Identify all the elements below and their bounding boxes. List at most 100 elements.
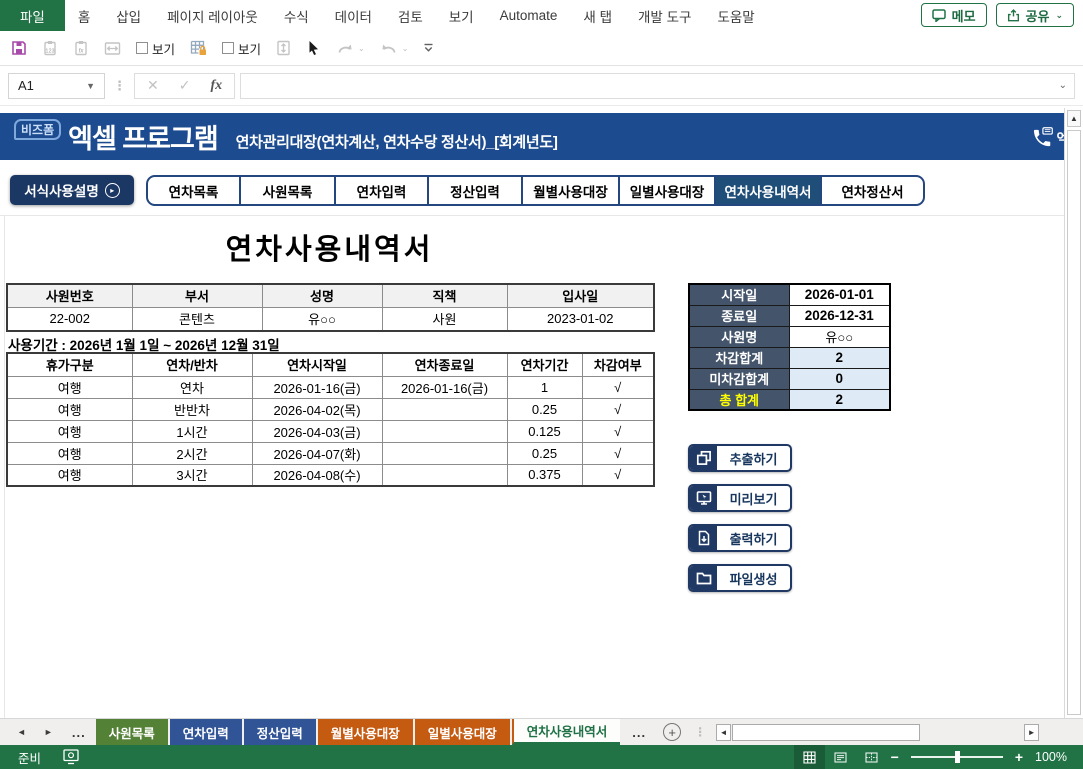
horizontal-scrollbar[interactable]: ◄ ► — [716, 724, 1039, 741]
vertical-scroll-thumb[interactable] — [1067, 130, 1081, 715]
table-cell[interactable]: 여행 — [7, 442, 132, 464]
preview-button[interactable]: 미리보기 — [688, 484, 792, 512]
horizontal-scroll-track[interactable] — [731, 724, 1024, 741]
ribbon-tab-review[interactable]: 검토 — [385, 0, 436, 31]
table-cell[interactable]: 0.125 — [507, 420, 582, 442]
table-cell[interactable]: 3시간 — [132, 464, 252, 486]
table-cell[interactable]: 0.25 — [507, 442, 582, 464]
customize-toolbar-button[interactable] — [423, 43, 434, 53]
display-settings-icon[interactable] — [63, 749, 80, 765]
summary-value[interactable]: 0 — [789, 368, 890, 389]
create-file-button[interactable]: 파일생성 — [688, 564, 792, 592]
table-cell[interactable]: 반반차 — [132, 398, 252, 420]
table-cell[interactable]: 0.375 — [507, 464, 582, 486]
formula-input[interactable]: ⌄ — [240, 73, 1075, 99]
nav-tab-daily-ledger[interactable]: 일별사용대장 — [618, 177, 714, 204]
guide-button[interactable]: 서식사용설명 ▸ — [10, 175, 134, 205]
sheet-tab-usage-statement-active[interactable]: 연차사용내역서 — [512, 719, 621, 745]
protect-sheet-button[interactable] — [190, 40, 207, 56]
summary-value[interactable]: 2 — [789, 347, 890, 368]
table-cell[interactable]: 여행 — [7, 464, 132, 486]
table-cell[interactable]: 연차 — [132, 376, 252, 398]
table-cell[interactable]: √ — [582, 420, 654, 442]
nav-tab-leave-entry[interactable]: 연차입력 — [334, 177, 427, 204]
undo-button[interactable]: ⌄ — [380, 41, 409, 55]
table-cell[interactable]: 유○○ — [262, 307, 382, 331]
table-cell[interactable]: 2023-01-02 — [507, 307, 654, 331]
table-cell[interactable]: 2026-04-02(목) — [252, 398, 382, 420]
share-button[interactable]: 공유 ⌄ — [996, 3, 1074, 27]
table-cell[interactable]: 2026-01-16(금) — [252, 376, 382, 398]
sheet-tab-settlement-entry[interactable]: 정산입력 — [244, 719, 316, 745]
new-sheet-button[interactable]: + — [663, 723, 681, 741]
zoom-level[interactable]: 100% — [1035, 750, 1067, 764]
print-button[interactable]: 출력하기 — [688, 524, 792, 552]
normal-view-button[interactable] — [794, 745, 825, 769]
zoom-slider[interactable] — [911, 756, 1003, 758]
expand-formula-bar-icon[interactable]: ⌄ — [1059, 80, 1067, 91]
table-cell[interactable]: 22-002 — [7, 307, 132, 331]
table-cell[interactable]: 2시간 — [132, 442, 252, 464]
scroll-right-button[interactable]: ► — [1024, 724, 1039, 741]
table-cell[interactable]: 여행 — [7, 398, 132, 420]
sheet-scroll-left-icon[interactable]: ◄ — [0, 719, 35, 745]
nav-tab-monthly-ledger[interactable]: 월별사용대장 — [521, 177, 618, 204]
ribbon-tab-page-layout[interactable]: 페이지 레이아웃 — [154, 0, 271, 31]
table-cell[interactable]: 콘텐츠 — [132, 307, 262, 331]
row-height-button[interactable] — [276, 40, 291, 56]
summary-value[interactable]: 2 — [789, 389, 890, 410]
table-cell[interactable]: √ — [582, 376, 654, 398]
paste-values-button[interactable]: 123 — [42, 40, 58, 56]
table-cell[interactable] — [382, 442, 507, 464]
view-checkbox-1[interactable]: 보기 — [136, 39, 175, 58]
scroll-up-button[interactable]: ▲ — [1067, 110, 1081, 127]
zoom-in-button[interactable]: + — [1011, 749, 1027, 765]
table-cell[interactable]: 2026-04-08(수) — [252, 464, 382, 486]
save-button[interactable] — [11, 40, 27, 56]
view-checkbox-2[interactable]: 보기 — [222, 39, 261, 58]
sheet-tab-monthly-ledger[interactable]: 월별사용대장 — [318, 719, 413, 745]
ribbon-tab-automate[interactable]: Automate — [487, 0, 571, 31]
ribbon-tab-developer[interactable]: 개발 도구 — [625, 0, 704, 31]
ribbon-tab-data[interactable]: 데이터 — [322, 0, 385, 31]
paste-formulas-button[interactable]: fx — [73, 40, 89, 56]
ribbon-tab-file[interactable]: 파일 — [0, 0, 65, 31]
table-cell[interactable]: 1시간 — [132, 420, 252, 442]
vertical-scrollbar[interactable]: ▲ — [1064, 108, 1083, 718]
ribbon-tab-home[interactable]: 홈 — [65, 0, 103, 31]
nav-tab-leave-settlement[interactable]: 연차정산서 — [820, 177, 923, 204]
table-cell[interactable] — [382, 464, 507, 486]
zoom-slider-thumb[interactable] — [955, 751, 960, 763]
extract-button[interactable]: 추출하기 — [688, 444, 792, 472]
table-cell[interactable]: √ — [582, 464, 654, 486]
scroll-left-button[interactable]: ◄ — [716, 724, 731, 741]
ribbon-tab-view[interactable]: 보기 — [436, 0, 487, 31]
table-cell[interactable] — [382, 398, 507, 420]
summary-value[interactable]: 2026-12-31 — [789, 305, 890, 326]
table-cell[interactable]: √ — [582, 442, 654, 464]
zoom-out-button[interactable]: − — [887, 749, 903, 765]
table-cell[interactable]: 사원 — [382, 307, 507, 331]
insert-function-icon[interactable]: fx — [210, 78, 222, 94]
hidden-sheets-left[interactable]: ... — [62, 719, 96, 745]
ribbon-tab-new-tab[interactable]: 새 탭 — [570, 0, 625, 31]
summary-value[interactable]: 2026-01-01 — [789, 284, 890, 305]
sheet-tab-daily-ledger[interactable]: 일별사용대장 — [415, 719, 510, 745]
ribbon-tab-help[interactable]: 도움말 — [704, 0, 767, 31]
table-cell[interactable]: 여행 — [7, 420, 132, 442]
enter-icon[interactable]: ✓ — [179, 77, 191, 94]
sheet-tab-leave-entry[interactable]: 연차입력 — [170, 719, 242, 745]
nav-tab-employee-list[interactable]: 사원목록 — [239, 177, 334, 204]
ribbon-tab-insert[interactable]: 삽입 — [103, 0, 154, 31]
page-layout-view-button[interactable] — [825, 745, 856, 769]
nav-tab-settlement-entry[interactable]: 정산입력 — [427, 177, 521, 204]
sheet-tab-employee-list[interactable]: 사원목록 — [96, 719, 168, 745]
table-cell[interactable]: 2026-04-03(금) — [252, 420, 382, 442]
ribbon-tab-formulas[interactable]: 수식 — [271, 0, 322, 31]
nav-tab-leave-list[interactable]: 연차목록 — [148, 177, 239, 204]
table-cell[interactable]: 2026-01-16(금) — [382, 376, 507, 398]
sheet-scroll-right-icon[interactable]: ► — [35, 719, 62, 745]
autofit-button[interactable] — [104, 41, 121, 56]
select-cursor-button[interactable] — [306, 40, 321, 56]
hidden-sheets-right[interactable]: ... — [622, 719, 656, 745]
